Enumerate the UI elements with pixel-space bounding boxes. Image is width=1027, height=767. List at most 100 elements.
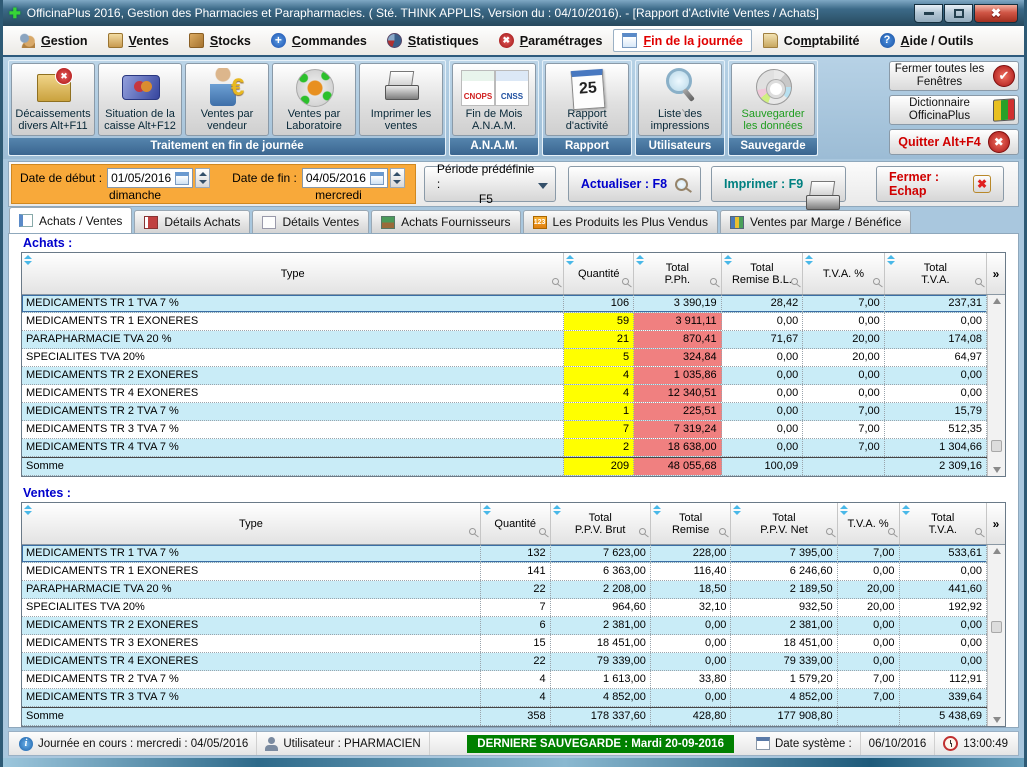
calendar-icon[interactable] bbox=[370, 172, 384, 185]
column-header-remise[interactable]: Total Remise B.L. bbox=[722, 253, 804, 294]
minimize-button[interactable] bbox=[914, 4, 943, 23]
side-button-label: Fermer toutes les Fenêtres bbox=[893, 63, 986, 89]
menu-item-stocks[interactable]: Stocks bbox=[180, 29, 260, 52]
table-row[interactable]: MEDICAMENTS TR 4 TVA 7 %218 638,000,007,… bbox=[22, 439, 1005, 457]
menu-item-gestion[interactable]: Gestion bbox=[11, 29, 97, 52]
menu-item-ventes[interactable]: Ventes bbox=[99, 29, 178, 52]
plus-circle-icon bbox=[271, 33, 286, 48]
table-row[interactable]: MEDICAMENTS TR 4 EXONERES2279 339,000,00… bbox=[22, 653, 1005, 671]
date-end-input[interactable]: 04/05/2016 bbox=[302, 168, 388, 188]
cell-brut: 2 381,00 bbox=[551, 617, 651, 634]
cell-net: 4 852,00 bbox=[731, 689, 837, 706]
column-header-type[interactable]: Type bbox=[22, 253, 564, 294]
close-report-label: Fermer : Echap bbox=[889, 170, 965, 198]
column-header-qty[interactable]: Quantité bbox=[564, 253, 634, 294]
more-columns-indicator[interactable]: » bbox=[987, 503, 1005, 544]
column-header-total_tva[interactable]: Total T.V.A. bbox=[900, 503, 987, 544]
toolbar-button-imprimer-ventes[interactable]: Imprimer les ventes bbox=[359, 63, 443, 136]
date-end-spinner[interactable] bbox=[390, 168, 405, 188]
scroll-thumb[interactable] bbox=[991, 440, 1002, 452]
print-button[interactable]: Imprimer : F9 bbox=[711, 166, 846, 202]
side-button-fermer-fenetres[interactable]: Fermer toutes les Fenêtres bbox=[889, 61, 1019, 91]
toolbar-button-sauvegarder-donnees[interactable]: Sauvegarder les données bbox=[731, 63, 815, 136]
column-header-brut[interactable]: Total P.P.V. Brut bbox=[551, 503, 651, 544]
date-start-spinner[interactable] bbox=[195, 168, 210, 188]
side-button-quitter[interactable]: Quitter Alt+F4 bbox=[889, 129, 1019, 155]
predefined-period-button[interactable]: Période prédéfinie : F5 bbox=[424, 166, 556, 202]
window-title: OfficinaPlus 2016, Gestion des Pharmacie… bbox=[27, 6, 819, 20]
column-header-total_pph[interactable]: Total P.Ph. bbox=[634, 253, 721, 294]
toolbar-button-ventes-laboratoire[interactable]: Ventes par Laboratoire bbox=[272, 63, 356, 136]
menu-item-aide-outils[interactable]: Aide / Outils bbox=[871, 29, 983, 52]
scroll-down-arrow[interactable] bbox=[993, 467, 1001, 473]
menu-item-label: Stocks bbox=[210, 34, 251, 48]
scroll-up-arrow[interactable] bbox=[993, 298, 1001, 304]
column-header-tva_pct[interactable]: T.V.A. % bbox=[838, 503, 900, 544]
maximize-button[interactable] bbox=[944, 4, 973, 23]
title-bar[interactable]: OfficinaPlus 2016, Gestion des Pharmacie… bbox=[3, 0, 1024, 26]
table-row[interactable]: MEDICAMENTS TR 3 TVA 7 %77 319,240,007,0… bbox=[22, 421, 1005, 439]
table-row[interactable]: PARAPHARMACIE TVA 20 %21870,4171,6720,00… bbox=[22, 331, 1005, 349]
close-report-button[interactable]: Fermer : Echap bbox=[876, 166, 1004, 202]
table-row[interactable]: MEDICAMENTS TR 2 EXONERES62 381,000,002 … bbox=[22, 617, 1005, 635]
scroll-thumb[interactable] bbox=[991, 621, 1002, 633]
tab-details-ventes[interactable]: Détails Ventes bbox=[252, 210, 369, 233]
vertical-scrollbar[interactable] bbox=[987, 295, 1005, 476]
column-header-net[interactable]: Total P.P.V. Net bbox=[731, 503, 837, 544]
cell-qty: 209 bbox=[564, 458, 634, 475]
toolbar-button-liste-impressions[interactable]: Liste des impressions bbox=[638, 63, 722, 136]
table-row[interactable]: MEDICAMENTS TR 4 EXONERES412 340,510,000… bbox=[22, 385, 1005, 403]
scroll-up-arrow[interactable] bbox=[993, 548, 1001, 554]
menu-item-statistiques[interactable]: Statistiques bbox=[378, 29, 488, 52]
scroll-down-arrow[interactable] bbox=[993, 717, 1001, 723]
toolbar-button-fin-de-mois-anam[interactable]: Fin de Mois A.N.A.M. bbox=[452, 63, 536, 136]
more-columns-indicator[interactable]: » bbox=[987, 253, 1005, 294]
table-row[interactable]: MEDICAMENTS TR 2 TVA 7 %1225,510,007,001… bbox=[22, 403, 1005, 421]
table-row[interactable]: MEDICAMENTS TR 3 EXONERES1518 451,000,00… bbox=[22, 635, 1005, 653]
column-header-qty[interactable]: Quantité bbox=[481, 503, 551, 544]
table-row[interactable]: PARAPHARMACIE TVA 20 %222 208,0018,502 1… bbox=[22, 581, 1005, 599]
vertical-scrollbar[interactable] bbox=[987, 545, 1005, 726]
side-button-label: Dictionnaire OfficinaPlus bbox=[893, 97, 986, 123]
cell-remise: 0,00 bbox=[722, 421, 804, 438]
column-header-total_tva[interactable]: Total T.V.A. bbox=[885, 253, 987, 294]
table-row[interactable]: MEDICAMENTS TR 1 EXONERES593 911,110,000… bbox=[22, 313, 1005, 331]
close-button[interactable] bbox=[974, 4, 1018, 23]
tab-produits-plus-vendus[interactable]: Les Produits les Plus Vendus bbox=[523, 210, 718, 233]
table-row[interactable]: SPECIALITES TVA 20%7964,6032,10932,5020,… bbox=[22, 599, 1005, 617]
table-row[interactable]: MEDICAMENTS TR 3 TVA 7 %44 852,000,004 8… bbox=[22, 689, 1005, 707]
tab-ventes-marge[interactable]: Ventes par Marge / Bénéfice bbox=[720, 210, 911, 233]
menu-item-fin-de-la-journee[interactable]: Fin de la journée bbox=[613, 29, 751, 52]
pie-chart-icon bbox=[387, 33, 402, 48]
toolbar-button-decaissements[interactable]: Décaissements divers Alt+F11 bbox=[11, 63, 95, 136]
date-start-input[interactable]: 01/05/2016 bbox=[107, 168, 193, 188]
table-row[interactable]: MEDICAMENTS TR 1 TVA 7 %1327 623,00228,0… bbox=[22, 545, 1005, 563]
column-header-tva_pct[interactable]: T.V.A. % bbox=[803, 253, 885, 294]
tab-details-achats[interactable]: Détails Achats bbox=[134, 210, 250, 233]
column-header-type[interactable]: Type bbox=[22, 503, 481, 544]
column-header-label: T.V.A. % bbox=[823, 268, 864, 280]
sort-icon bbox=[724, 255, 733, 265]
refresh-button[interactable]: Actualiser : F8 bbox=[568, 166, 701, 202]
menu-item-commandes[interactable]: Commandes bbox=[262, 29, 376, 52]
menu-item-comptabilite[interactable]: Comptabilité bbox=[754, 29, 869, 52]
table-row[interactable]: MEDICAMENTS TR 2 EXONERES41 035,860,000,… bbox=[22, 367, 1005, 385]
table-row[interactable]: MEDICAMENTS TR 2 TVA 7 %41 613,0033,801 … bbox=[22, 671, 1005, 689]
toolbar-button-rapport-activite[interactable]: Rapport d'activité bbox=[545, 63, 629, 136]
sort-icon bbox=[636, 255, 645, 265]
table-row[interactable]: SPECIALITES TVA 20%5324,840,0020,0064,97 bbox=[22, 349, 1005, 367]
toolbar-button-caisse[interactable]: Situation de la caisse Alt+F12 bbox=[98, 63, 182, 136]
cell-tva_pct: 20,00 bbox=[838, 599, 900, 616]
table-row[interactable]: MEDICAMENTS TR 1 TVA 7 %1063 390,1928,42… bbox=[22, 295, 1005, 313]
table-row[interactable]: MEDICAMENTS TR 1 EXONERES1416 363,00116,… bbox=[22, 563, 1005, 581]
tab-achats-ventes[interactable]: Achats / Ventes bbox=[9, 207, 132, 233]
date-end-weekday: mercredi bbox=[232, 188, 405, 202]
tab-achats-fournisseurs[interactable]: Achats Fournisseurs bbox=[371, 210, 520, 233]
dvd-icon bbox=[733, 66, 813, 108]
toolbar-button-ventes-vendeur[interactable]: Ventes par vendeur bbox=[185, 63, 269, 136]
side-button-dictionnaire[interactable]: Dictionnaire OfficinaPlus bbox=[889, 95, 1019, 125]
menu-item-parametrages[interactable]: Paramétrages bbox=[490, 29, 612, 52]
column-header-remise[interactable]: Total Remise bbox=[651, 503, 732, 544]
app-icon bbox=[9, 5, 21, 22]
calendar-icon[interactable] bbox=[175, 172, 189, 185]
